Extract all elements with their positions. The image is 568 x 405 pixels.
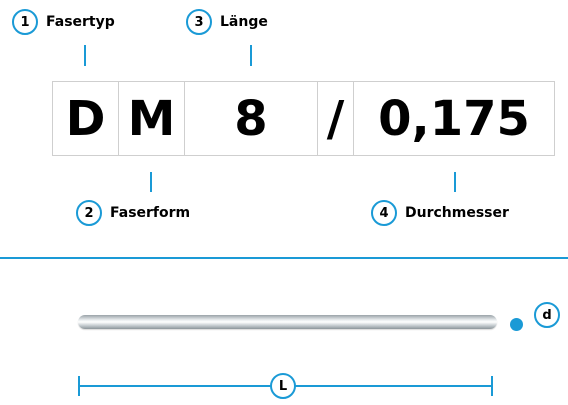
- code-box-separator: /: [317, 81, 354, 156]
- label-diameter: d: [534, 302, 560, 328]
- number-badge-3: 3: [186, 9, 212, 35]
- length-dimension-end: [491, 376, 493, 396]
- number-badge-2: 2: [76, 200, 102, 226]
- code-box-typ: D: [52, 81, 119, 156]
- number-badge-4: 4: [371, 200, 397, 226]
- code-box-laenge: 8: [184, 81, 318, 156]
- laenge-text: Länge: [220, 14, 268, 30]
- length-badge: L: [270, 373, 296, 399]
- code-box-form: M: [118, 81, 185, 156]
- durchmesser-connector: [454, 172, 456, 192]
- number-badge-1: 1: [12, 9, 38, 35]
- durchmesser-text: Durchmesser: [405, 205, 509, 221]
- diameter-badge: d: [534, 302, 560, 328]
- label-fasertyp: 1 Fasertyp: [12, 9, 115, 35]
- fasertyp-text: Fasertyp: [46, 14, 115, 30]
- laenge-connector: [250, 45, 252, 66]
- label-faserform: 2 Faserform: [76, 200, 190, 226]
- fasertyp-connector: [84, 45, 86, 66]
- faserform-text: Faserform: [110, 205, 191, 221]
- label-length: L: [270, 373, 296, 399]
- section-divider: [0, 257, 568, 259]
- code-box-durchmesser: 0,175: [353, 81, 555, 156]
- fiber-rod: [78, 315, 497, 329]
- label-durchmesser: 4 Durchmesser: [371, 200, 509, 226]
- faserform-connector: [150, 172, 152, 192]
- label-laenge: 3 Länge: [186, 9, 268, 35]
- diameter-dot: [510, 318, 523, 331]
